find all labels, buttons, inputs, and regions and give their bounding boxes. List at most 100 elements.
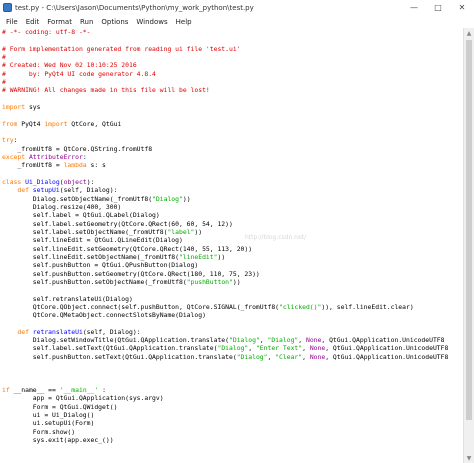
code-token: (self, Dialog): bbox=[59, 186, 118, 195]
code-token: # bbox=[2, 77, 6, 86]
code-token: Form.show() bbox=[2, 427, 76, 436]
code-line: # Form implementation generated from rea… bbox=[2, 45, 463, 53]
menu-windows[interactable]: Windows bbox=[132, 18, 171, 26]
code-line: # -*- coding: utf-8 -*- bbox=[2, 28, 463, 36]
menu-help[interactable]: Help bbox=[172, 18, 196, 26]
code-token: )) bbox=[232, 277, 241, 286]
code-line: self.pushButton.setText(QtGui.QApplicati… bbox=[2, 353, 463, 361]
code-token: Dialog.resize(400, 300) bbox=[2, 202, 122, 211]
code-token: PyQt4 bbox=[17, 119, 45, 128]
code-token: QtCore.QMetaObject.connectSlotsByName(Di… bbox=[2, 311, 206, 320]
code-line: except AttributeError: bbox=[2, 153, 463, 161]
code-token: Ui_Dialog bbox=[25, 177, 60, 186]
code-token: (self, Dialog): bbox=[82, 327, 141, 336]
menu-format[interactable]: Format bbox=[43, 18, 76, 26]
code-token: self.pushButton.setGeometry(QtCore.QRect… bbox=[2, 269, 260, 278]
code-token: "label" bbox=[167, 227, 195, 236]
code-token: setupUi bbox=[32, 186, 60, 195]
code-token: "Dialog" bbox=[229, 336, 260, 345]
code-line: ui = Ui_Dialog() bbox=[2, 411, 463, 419]
code-token: , bbox=[302, 344, 310, 353]
code-token: self.lineEdit.setGeometry(QtCore.QRect(1… bbox=[2, 244, 253, 253]
code-line: self.lineEdit.setGeometry(QtCore.QRect(1… bbox=[2, 245, 463, 253]
vertical-scrollbar[interactable]: ▲ ▼ bbox=[463, 28, 474, 463]
code-line: _fromUtf8 = lambda s: s bbox=[2, 161, 463, 169]
code-editor[interactable]: # -*- coding: utf-8 -*- # Form implement… bbox=[0, 28, 463, 463]
menu-edit[interactable]: Edit bbox=[22, 18, 44, 26]
code-line: self.pushButton.setObjectName(_fromUtf8(… bbox=[2, 278, 463, 286]
code-token: : bbox=[13, 136, 18, 145]
code-line: _fromUtf8 = QtCore.QString.fromUtf8 bbox=[2, 145, 463, 153]
code-line: self.pushButton.setGeometry(QtCore.QRect… bbox=[2, 270, 463, 278]
code-token: # Form implementation generated from rea… bbox=[2, 44, 241, 53]
menu-file[interactable]: File bbox=[2, 18, 22, 26]
code-line: from PyQt4 import QtCore, QtGui bbox=[2, 120, 463, 128]
code-line: QtCore.QObject.connect(self.pushButton, … bbox=[2, 303, 463, 311]
scroll-up-icon[interactable]: ▲ bbox=[464, 28, 474, 38]
code-token: self.lineEdit.setObjectName(_fromUtf8( bbox=[2, 252, 179, 261]
code-line: self.retranslateUi(Dialog) bbox=[2, 295, 463, 303]
code-line: # bbox=[2, 78, 463, 86]
code-token: )) bbox=[194, 227, 203, 236]
code-token: , bbox=[302, 352, 310, 361]
code-line: if __name__ == '__main__' : bbox=[2, 386, 463, 394]
window-title: test.py - C:\Users\Jason\Documents\Pytho… bbox=[15, 3, 254, 12]
scroll-down-icon[interactable]: ▼ bbox=[464, 453, 474, 463]
code-line: # WARNING! All changes made in this file… bbox=[2, 86, 463, 94]
code-token: class bbox=[2, 177, 22, 186]
menu-run[interactable]: Run bbox=[76, 18, 97, 26]
code-token: ): bbox=[86, 177, 95, 186]
code-token: , bbox=[298, 336, 306, 345]
code-token: # bbox=[2, 52, 6, 61]
code-token: None bbox=[305, 336, 322, 345]
code-line: ui.setupUi(Form) bbox=[2, 419, 463, 427]
code-line: def retranslateUi(self, Dialog): bbox=[2, 328, 463, 336]
code-token: import bbox=[2, 102, 26, 111]
code-line: # bbox=[2, 53, 463, 61]
code-token: import bbox=[44, 119, 68, 128]
code-token: , QtGui.QApplication.UnicodeUTF8 bbox=[325, 352, 449, 361]
code-token: "Dialog" bbox=[152, 194, 183, 203]
menu-options[interactable]: Options bbox=[97, 18, 132, 26]
code-token: self.label.setObjectName(_fromUtf8( bbox=[2, 227, 168, 236]
code-token: , bbox=[248, 344, 256, 353]
code-token: object bbox=[63, 177, 87, 186]
code-line: Form.show() bbox=[2, 428, 463, 436]
window-controls: — □ ✕ bbox=[402, 0, 474, 15]
code-line: def setupUi(self, Dialog): bbox=[2, 186, 463, 194]
code-token: None bbox=[309, 344, 326, 353]
maximize-button[interactable]: □ bbox=[426, 0, 450, 15]
scroll-thumb[interactable] bbox=[466, 40, 472, 420]
code-token: __name__ == bbox=[9, 386, 60, 395]
code-token: '__main__' bbox=[59, 386, 99, 395]
code-token: : bbox=[82, 152, 87, 161]
code-token: "Dialog" bbox=[267, 336, 299, 345]
code-token: _fromUtf8 = bbox=[2, 161, 64, 170]
code-token: QtCore, QtGui bbox=[67, 119, 122, 128]
code-token: # Created: Wed Nov 02 10:10:25 2016 bbox=[2, 61, 137, 70]
code-token: Dialog.setObjectName(_fromUtf8( bbox=[2, 194, 153, 203]
python-idle-icon bbox=[3, 3, 12, 12]
minimize-button[interactable]: — bbox=[402, 0, 426, 15]
code-token: self.pushButton.setObjectName(_fromUtf8( bbox=[2, 277, 187, 286]
code-token: try bbox=[2, 136, 14, 145]
code-token: self.pushButton.setText(QtGui.QApplicati… bbox=[2, 352, 237, 361]
code-line: try: bbox=[2, 136, 463, 144]
code-token: "pushButton" bbox=[186, 277, 233, 286]
code-line: self.lineEdit.setObjectName(_fromUtf8("l… bbox=[2, 253, 463, 261]
code-token: "lineEdit" bbox=[179, 252, 218, 261]
code-token: "Enter Text" bbox=[255, 344, 303, 353]
close-button[interactable]: ✕ bbox=[450, 0, 474, 15]
code-token: , QtGui.QApplication.UnicodeUTF8 bbox=[321, 336, 445, 345]
code-token: s: s bbox=[86, 161, 106, 170]
code-token: # by: PyQt4 UI code generator 4.8.4 bbox=[2, 69, 156, 78]
code-token: , QtGui.QApplication.UnicodeUTF8 bbox=[325, 344, 449, 353]
